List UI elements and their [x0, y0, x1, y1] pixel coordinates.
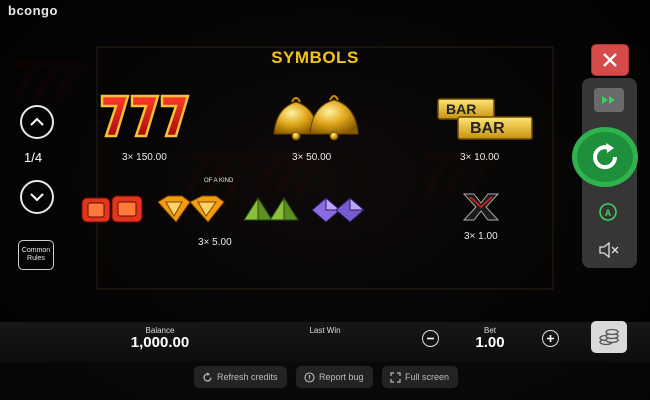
- autoplay-button[interactable]: A: [595, 200, 621, 224]
- minus-icon: [427, 337, 434, 340]
- spin-button[interactable]: [572, 127, 638, 187]
- cross-symbol: [460, 192, 502, 227]
- full-screen-label: Full screen: [405, 372, 450, 382]
- bells-payout: 3× 50.00: [292, 152, 332, 163]
- report-bug-button[interactable]: Report bug: [296, 366, 373, 388]
- fast-forward-button[interactable]: [594, 88, 624, 112]
- plus-icon: [547, 335, 554, 342]
- mute-icon: [599, 242, 619, 258]
- green-gems-symbol: [242, 196, 300, 229]
- seven-symbol: [96, 92, 196, 145]
- seven-payout: 3× 150.00: [122, 152, 167, 163]
- of-a-kind-label: OF A KIND: [204, 178, 234, 184]
- orange-gems-symbol: [156, 194, 226, 231]
- red-gems-symbol: [80, 194, 146, 231]
- page-indicator: 1/4: [24, 150, 43, 165]
- balance-value: 1,000.00: [130, 334, 190, 351]
- report-bug-label: Report bug: [319, 372, 364, 382]
- bet-decrease-button[interactable]: [422, 330, 439, 347]
- chevron-up-icon: [30, 117, 44, 126]
- page-title: SYMBOLS: [271, 48, 359, 67]
- spin-icon: [593, 143, 618, 170]
- brand-logo: bcongo: [8, 3, 58, 18]
- refresh-credits-button[interactable]: Refresh credits: [194, 366, 287, 388]
- last-win-label: Last Win: [309, 326, 341, 335]
- bet-value: 1.00: [475, 334, 505, 351]
- full-screen-button[interactable]: Full screen: [382, 366, 458, 388]
- fullscreen-icon: [390, 371, 401, 383]
- close-button[interactable]: [591, 44, 629, 76]
- page-down-button[interactable]: [20, 180, 54, 214]
- fast-forward-icon: [602, 96, 615, 104]
- page-up-button[interactable]: [20, 105, 54, 139]
- mute-button[interactable]: [596, 240, 622, 260]
- bet-increase-button[interactable]: [542, 330, 559, 347]
- refresh-icon: [203, 372, 212, 382]
- common-rules-button[interactable]: Common Rules: [18, 240, 54, 270]
- purple-gems-symbol: [310, 196, 368, 229]
- bet-settings-button[interactable]: [591, 321, 627, 353]
- svg-text:A: A: [605, 208, 612, 218]
- game-stage: 777 777 777 777 bcongo SYMBOLS 3× 150.00: [0, 0, 650, 400]
- autoplay-icon: A: [599, 203, 617, 221]
- bells-symbol: [266, 92, 366, 147]
- alert-icon: [304, 371, 315, 383]
- bar-text-1: BAR: [446, 101, 477, 117]
- gems-payout: 3× 5.00: [198, 237, 232, 248]
- bar-payout: 3× 10.00: [460, 152, 500, 163]
- bar-text-2: BAR: [470, 120, 505, 137]
- close-icon: [603, 53, 617, 67]
- cross-payout: 3× 1.00: [464, 231, 498, 242]
- coins-icon: [599, 328, 619, 346]
- refresh-credits-label: Refresh credits: [217, 372, 278, 382]
- chevron-down-icon: [30, 193, 44, 202]
